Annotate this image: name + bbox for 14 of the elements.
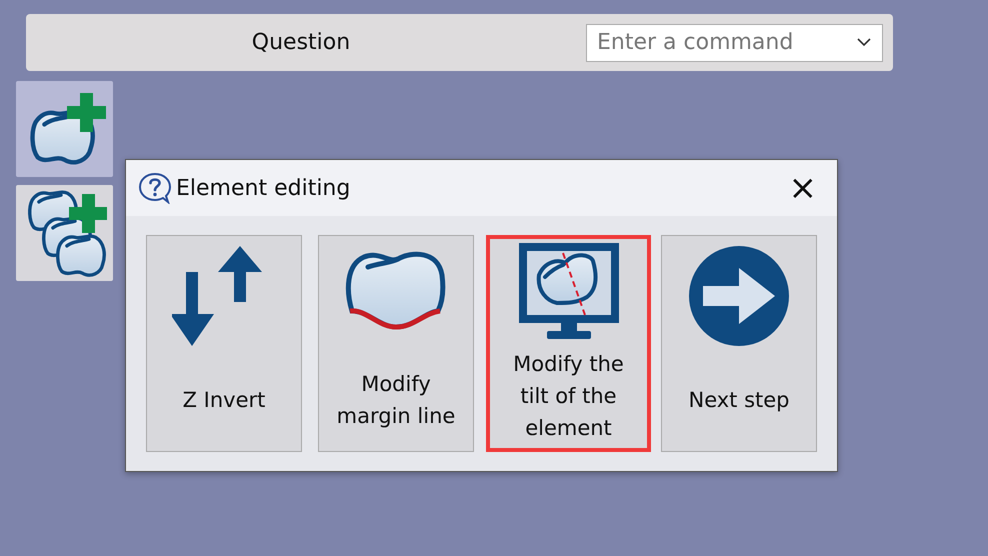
command-input[interactable]: Enter a command [597,30,857,55]
action-button[interactable]: Modify the tilt of the element [486,235,651,452]
action-button[interactable]: Modify margin line [318,235,474,452]
close-button[interactable]: × [780,171,825,205]
help-bubble-icon [138,172,172,204]
tool-button[interactable] [16,185,113,281]
monitor-tooth-icon [516,241,620,341]
command-dropdown[interactable]: Enter a command [586,24,883,62]
chevron-down-icon [857,38,871,47]
question-title: Question [250,30,352,55]
action-button[interactable]: Next step [661,235,817,452]
tool-button[interactable] [16,81,113,177]
dialog-title: Element editing [176,176,352,200]
action-button[interactable]: Z Invert [146,235,302,452]
